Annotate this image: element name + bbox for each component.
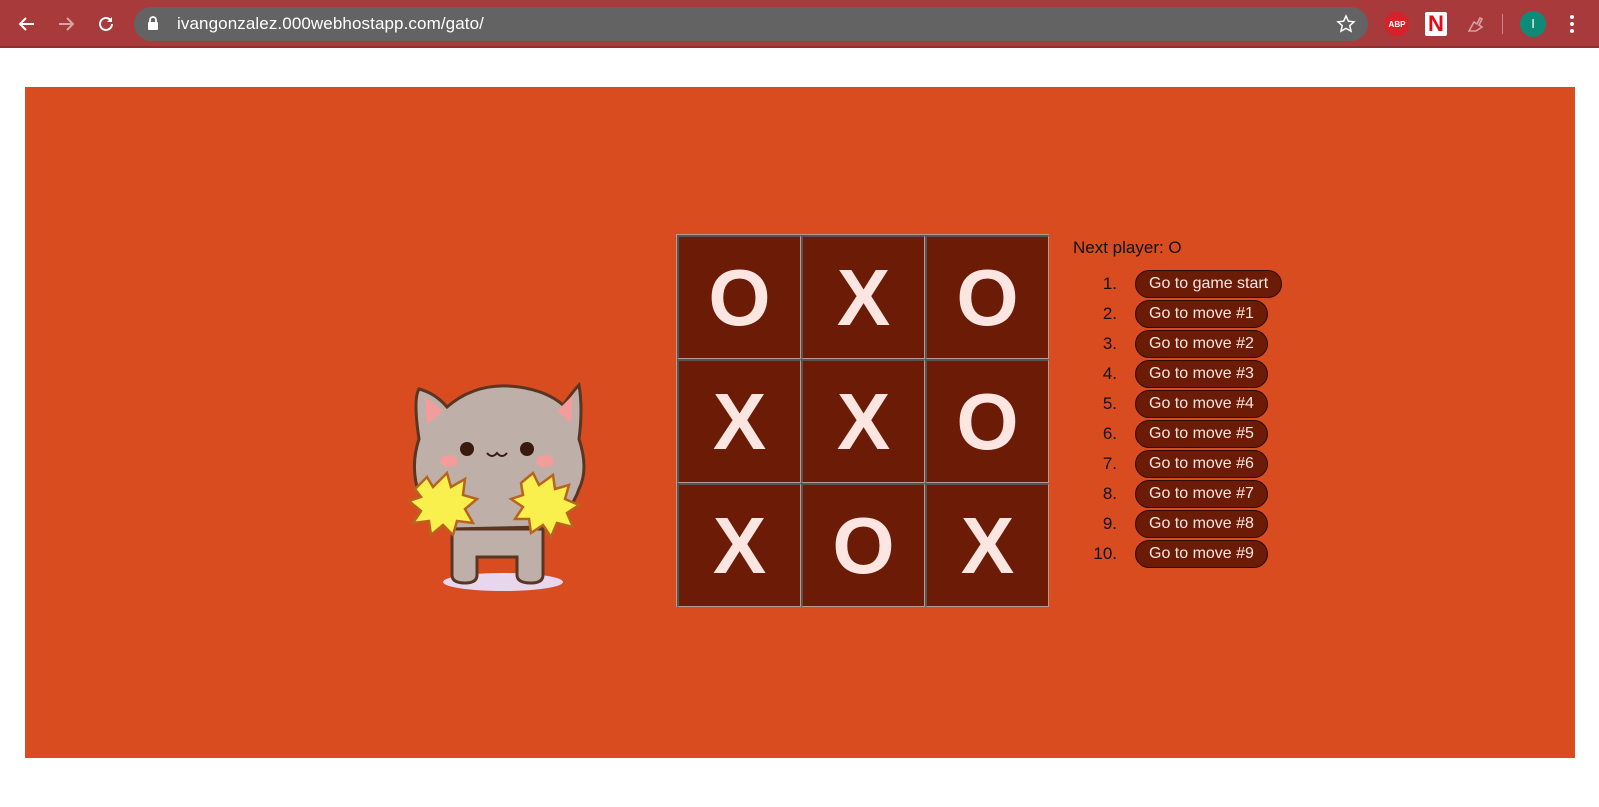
game-info: Next player: O 1. Go to game start 2. Go t… — [1073, 237, 1373, 568]
go-to-move-button[interactable]: Go to move #6 — [1135, 450, 1268, 478]
list-item: 4. Go to move #3 — [1073, 360, 1353, 390]
list-item: 8. Go to move #7 — [1073, 480, 1353, 510]
board-square[interactable]: O — [801, 483, 925, 607]
go-to-game-start-button[interactable]: Go to game start — [1135, 270, 1283, 298]
go-to-move-button[interactable]: Go to move #1 — [1135, 300, 1268, 328]
go-to-move-button[interactable]: Go to move #8 — [1135, 510, 1268, 538]
move-number: 5. — [1102, 394, 1117, 413]
move-number: 9. — [1102, 514, 1117, 533]
go-to-move-button[interactable]: Go to move #3 — [1135, 360, 1268, 388]
move-number: 4. — [1102, 364, 1117, 383]
move-history-list: 1. Go to game start 2. Go to move #1 3. Go … — [1073, 270, 1353, 570]
list-item: 10. Go to move #9 — [1073, 540, 1353, 570]
forward-arrow-icon[interactable] — [50, 8, 82, 40]
board-square[interactable]: X — [677, 483, 801, 607]
address-bar[interactable]: ivangonzalez.000webhostapp.com/gato/ — [134, 7, 1368, 41]
move-number: 3. — [1102, 334, 1117, 353]
list-item: 3. Go to move #2 — [1073, 330, 1353, 360]
move-number: 1. — [1102, 274, 1117, 293]
more-menu-icon[interactable] — [1560, 12, 1584, 36]
reload-icon[interactable] — [90, 8, 122, 40]
cheerleader-cat-image — [407, 381, 586, 591]
list-item: 6. Go to move #5 — [1073, 420, 1353, 450]
bookmark-star-icon[interactable] — [1336, 14, 1356, 34]
list-item: 2. Go to move #1 — [1073, 300, 1353, 330]
url-text: ivangonzalez.000webhostapp.com/gato/ — [177, 14, 484, 33]
adblock-extension-icon[interactable]: ABP — [1383, 10, 1411, 38]
board-square[interactable]: X — [677, 359, 801, 483]
board-square[interactable]: O — [925, 359, 1049, 483]
list-item: 9. Go to move #8 — [1073, 510, 1353, 540]
move-number: 10. — [1093, 544, 1117, 563]
list-item: 5. Go to move #4 — [1073, 390, 1353, 420]
toolbar-divider — [0, 46, 1599, 48]
go-to-move-button[interactable]: Go to move #4 — [1135, 390, 1268, 418]
move-number: 7. — [1102, 454, 1117, 473]
back-arrow-icon[interactable] — [11, 8, 43, 40]
go-to-move-button[interactable]: Go to move #2 — [1135, 330, 1268, 358]
move-number: 6. — [1102, 424, 1117, 443]
go-to-move-button[interactable]: Go to move #5 — [1135, 420, 1268, 448]
move-number: 2. — [1102, 304, 1117, 323]
list-item: 1. Go to game start — [1073, 270, 1353, 300]
profile-avatar[interactable]: I — [1520, 11, 1546, 37]
netflix-extension-icon[interactable]: N — [1422, 10, 1450, 38]
list-item: 7. Go to move #6 — [1073, 450, 1353, 480]
go-to-move-button[interactable]: Go to move #9 — [1135, 540, 1268, 568]
board-square[interactable]: X — [801, 235, 925, 359]
extension-puzzle-icon[interactable] — [1461, 10, 1489, 38]
game-status: Next player: O — [1073, 238, 1182, 257]
board-square[interactable]: X — [925, 483, 1049, 607]
go-to-move-button[interactable]: Go to move #7 — [1135, 480, 1268, 508]
board-square[interactable]: O — [677, 235, 801, 359]
move-number: 8. — [1102, 484, 1117, 503]
board-square[interactable]: X — [801, 359, 925, 483]
game-container: O X O X X O X O X Next player: O 1. Go to… — [25, 87, 1575, 758]
board-square[interactable]: O — [925, 235, 1049, 359]
toolbar-separator — [1502, 14, 1503, 34]
tic-tac-toe-board: O X O X X O X O X — [676, 234, 1049, 607]
lock-icon — [148, 16, 158, 30]
